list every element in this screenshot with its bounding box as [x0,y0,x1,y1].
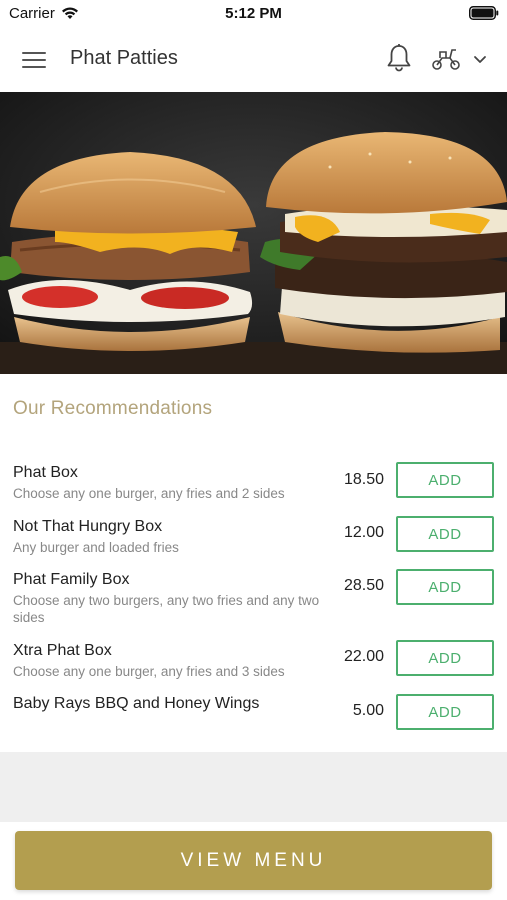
item-description: Any burger and loaded fries [13,540,179,555]
view-menu-button[interactable]: VIEW MENU [15,831,492,890]
item-name: Phat Family Box [13,571,130,588]
scooter-icon[interactable] [430,46,462,72]
battery-icon [469,6,499,20]
status-bar: Carrier 5:12 PM [0,0,507,28]
item-price: 5.00 [352,702,384,719]
item-price: 22.00 [343,648,384,665]
item-price: 12.00 [343,524,384,541]
app-header: Phat Patties [0,28,507,92]
item-description: Choose any one burger, any fries and 2 s… [13,486,285,501]
clock: 5:12 PM [225,5,282,22]
hero-burger-image [0,92,507,374]
chevron-down-icon[interactable] [472,53,488,65]
burger-illustration [0,92,507,374]
add-button[interactable]: ADD [396,516,494,552]
spacer-area [0,752,507,822]
bottom-bar: VIEW MENU [0,822,507,900]
add-button[interactable]: ADD [396,462,494,498]
item-name: Phat Box [13,464,78,481]
item-description: Choose any two burgers, any two fries an… [13,593,320,625]
recommendations-section: Our Recommendations Phat Box Choose any … [0,374,507,752]
item-name: Baby Rays BBQ and Honey Wings [13,695,260,712]
add-button[interactable]: ADD [396,694,494,730]
app-title: Phat Patties [70,47,178,69]
item-price: 18.50 [343,471,384,488]
item-description: Choose any one burger, any fries and 3 s… [13,664,285,679]
bell-icon[interactable] [385,43,413,73]
item-price: 28.50 [343,577,384,594]
add-button[interactable]: ADD [396,569,494,605]
hamburger-icon[interactable] [22,48,48,70]
item-name: Xtra Phat Box [13,642,112,659]
add-button[interactable]: ADD [396,640,494,676]
item-name: Not That Hungry Box [13,518,163,535]
section-title: Our Recommendations [13,398,213,419]
